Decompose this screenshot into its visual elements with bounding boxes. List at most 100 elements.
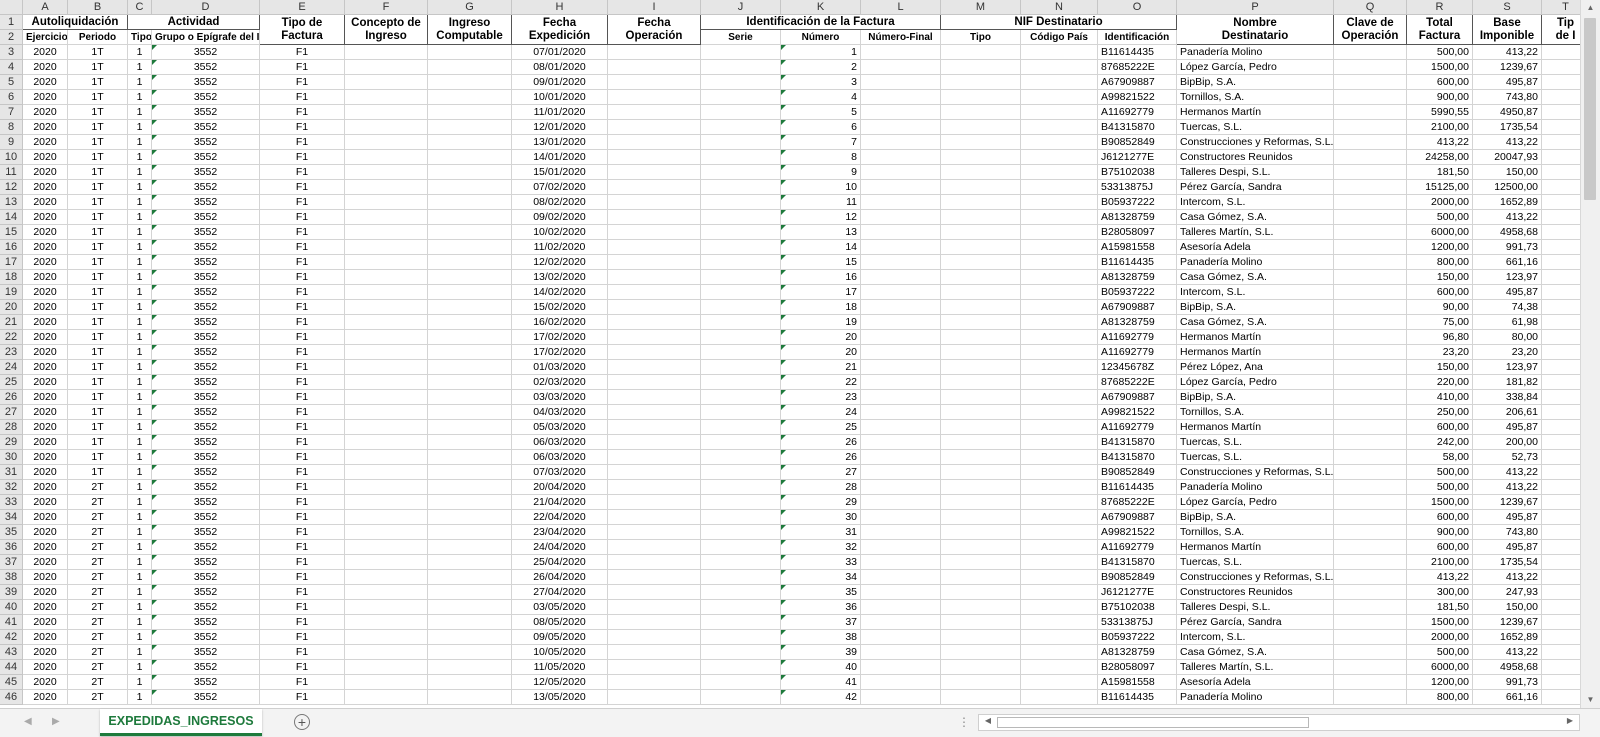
data-cell[interactable]: 900,00	[1407, 90, 1473, 105]
data-cell[interactable]	[608, 210, 701, 225]
data-cell[interactable]: 08/01/2020	[512, 60, 608, 75]
data-cell[interactable]	[1334, 600, 1407, 615]
header-band[interactable]: Base Imponible	[1473, 15, 1542, 45]
data-cell[interactable]: 15/01/2020	[512, 165, 608, 180]
data-cell[interactable]	[428, 345, 512, 360]
data-cell[interactable]	[1334, 255, 1407, 270]
data-cell[interactable]: 2020	[23, 225, 68, 240]
data-cell[interactable]	[701, 105, 781, 120]
data-cell[interactable]: 20/04/2020	[512, 480, 608, 495]
data-cell[interactable]	[1334, 690, 1407, 705]
data-cell[interactable]	[1021, 60, 1098, 75]
data-cell[interactable]: 08/02/2020	[512, 195, 608, 210]
data-cell[interactable]	[345, 330, 428, 345]
column-header-m[interactable]: M	[941, 0, 1021, 15]
row-header[interactable]: 44	[0, 660, 23, 675]
data-cell[interactable]: F1	[260, 600, 345, 615]
data-cell[interactable]: 1500,00	[1407, 60, 1473, 75]
data-cell[interactable]	[941, 180, 1021, 195]
data-cell[interactable]: F1	[260, 135, 345, 150]
data-cell[interactable]	[608, 420, 701, 435]
data-cell[interactable]: 13/02/2020	[512, 270, 608, 285]
data-cell[interactable]: Tornillos, S.A.	[1177, 90, 1334, 105]
data-cell[interactable]: 80,00	[1473, 330, 1542, 345]
data-cell[interactable]: 03/03/2020	[512, 390, 608, 405]
data-cell[interactable]	[1334, 495, 1407, 510]
data-cell[interactable]: 1	[128, 405, 152, 420]
data-cell[interactable]: 12/01/2020	[512, 120, 608, 135]
data-cell[interactable]	[701, 675, 781, 690]
data-cell[interactable]	[1021, 240, 1098, 255]
header-band[interactable]: Concepto de Ingreso	[345, 15, 428, 45]
data-cell[interactable]: Construcciones y Reformas, S.L.	[1177, 465, 1334, 480]
data-cell[interactable]: 58,00	[1407, 450, 1473, 465]
data-cell[interactable]	[1334, 210, 1407, 225]
data-cell[interactable]: 26/04/2020	[512, 570, 608, 585]
data-cell[interactable]: J6121277E	[1098, 585, 1177, 600]
data-cell[interactable]: 1	[128, 525, 152, 540]
header-band[interactable]: Identificación de la Factura	[701, 15, 941, 30]
data-cell[interactable]	[1542, 570, 1580, 585]
data-cell[interactable]	[701, 420, 781, 435]
data-cell[interactable]	[1334, 345, 1407, 360]
data-cell[interactable]	[345, 345, 428, 360]
data-cell[interactable]: 1T	[68, 240, 128, 255]
data-cell[interactable]: 743,80	[1473, 525, 1542, 540]
data-cell[interactable]	[861, 120, 941, 135]
data-cell[interactable]: 1T	[68, 360, 128, 375]
data-cell[interactable]	[345, 240, 428, 255]
data-cell[interactable]: 04/03/2020	[512, 405, 608, 420]
data-cell[interactable]: 5990,55	[1407, 105, 1473, 120]
data-cell[interactable]	[1542, 690, 1580, 705]
data-cell[interactable]: 1	[128, 645, 152, 660]
data-cell[interactable]	[428, 300, 512, 315]
data-cell[interactable]: 07/01/2020	[512, 45, 608, 60]
data-cell[interactable]	[608, 480, 701, 495]
data-cell[interactable]: 33	[781, 555, 861, 570]
data-cell[interactable]: 1T	[68, 255, 128, 270]
data-cell[interactable]: B75102038	[1098, 165, 1177, 180]
row-header[interactable]: 33	[0, 495, 23, 510]
data-cell[interactable]: 206,61	[1473, 405, 1542, 420]
data-cell[interactable]: 1	[781, 45, 861, 60]
data-cell[interactable]: Construcciones y Reformas, S.L.	[1177, 570, 1334, 585]
data-cell[interactable]: A81328759	[1098, 645, 1177, 660]
data-cell[interactable]: 150,00	[1473, 600, 1542, 615]
data-cell[interactable]	[861, 345, 941, 360]
data-cell[interactable]: 14/01/2020	[512, 150, 608, 165]
data-cell[interactable]	[941, 225, 1021, 240]
data-cell[interactable]	[1021, 570, 1098, 585]
data-cell[interactable]	[1334, 165, 1407, 180]
data-cell[interactable]: F1	[260, 450, 345, 465]
data-cell[interactable]	[941, 360, 1021, 375]
data-cell[interactable]: 1500,00	[1407, 615, 1473, 630]
data-cell[interactable]: 52,73	[1473, 450, 1542, 465]
column-header-q[interactable]: Q	[1334, 0, 1407, 15]
data-cell[interactable]: BipBip, S.A.	[1177, 300, 1334, 315]
data-cell[interactable]: 1239,67	[1473, 495, 1542, 510]
data-cell[interactable]: 2020	[23, 300, 68, 315]
data-cell[interactable]: 27	[781, 465, 861, 480]
data-cell[interactable]: F1	[260, 225, 345, 240]
data-cell[interactable]: 3552	[152, 690, 260, 705]
data-cell[interactable]: 2020	[23, 690, 68, 705]
data-cell[interactable]	[1021, 600, 1098, 615]
data-cell[interactable]	[428, 75, 512, 90]
data-cell[interactable]: F1	[260, 465, 345, 480]
data-cell[interactable]	[428, 270, 512, 285]
data-cell[interactable]	[701, 225, 781, 240]
data-cell[interactable]: A81328759	[1098, 210, 1177, 225]
row-header[interactable]: 38	[0, 570, 23, 585]
data-cell[interactable]: B05937222	[1098, 630, 1177, 645]
data-cell[interactable]	[701, 660, 781, 675]
data-cell[interactable]	[861, 480, 941, 495]
data-cell[interactable]	[345, 60, 428, 75]
data-cell[interactable]: BipBip, S.A.	[1177, 75, 1334, 90]
data-cell[interactable]	[608, 270, 701, 285]
header-band[interactable]: Fecha Expedición	[512, 15, 608, 45]
data-cell[interactable]: 2020	[23, 255, 68, 270]
row-header[interactable]: 26	[0, 390, 23, 405]
data-cell[interactable]	[345, 195, 428, 210]
data-cell[interactable]	[1542, 150, 1580, 165]
data-cell[interactable]: 1	[128, 675, 152, 690]
